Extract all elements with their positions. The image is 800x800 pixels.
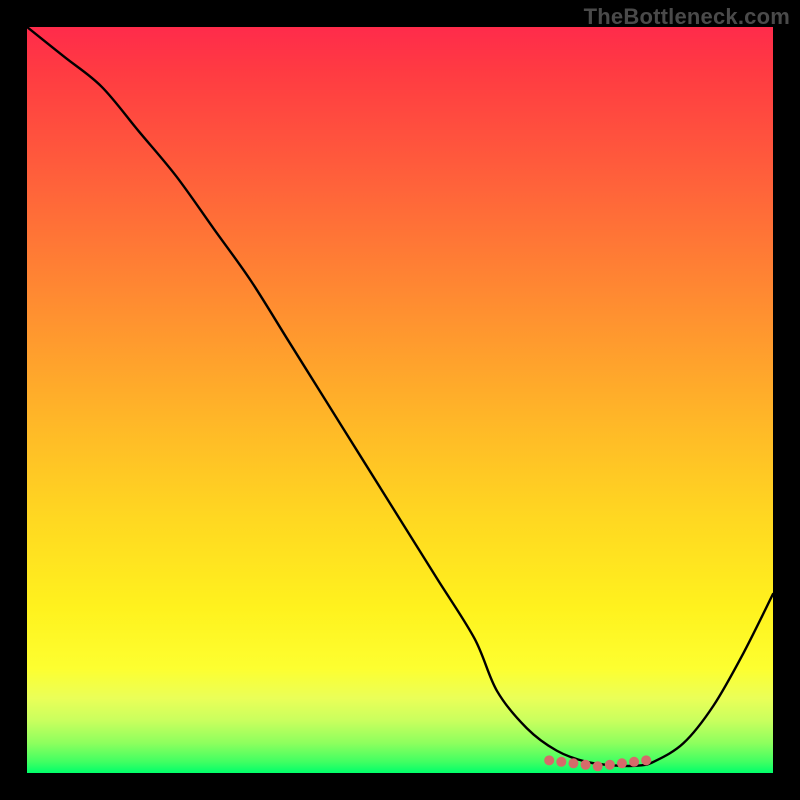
flat-zone-dot bbox=[544, 755, 554, 765]
plot-area bbox=[27, 27, 773, 773]
flat-zone-dots bbox=[544, 755, 651, 771]
flat-zone-dot bbox=[568, 758, 578, 768]
flat-zone-dot bbox=[641, 755, 651, 765]
flat-zone-dot bbox=[593, 761, 603, 771]
curve-path bbox=[27, 27, 773, 766]
flat-zone-dot bbox=[581, 760, 591, 770]
chart-frame: TheBottleneck.com bbox=[0, 0, 800, 800]
flat-zone-dot bbox=[629, 757, 639, 767]
flat-zone-dot bbox=[605, 760, 615, 770]
flat-zone-dot bbox=[617, 758, 627, 768]
bottleneck-curve bbox=[27, 27, 773, 773]
flat-zone-dot bbox=[556, 757, 566, 767]
